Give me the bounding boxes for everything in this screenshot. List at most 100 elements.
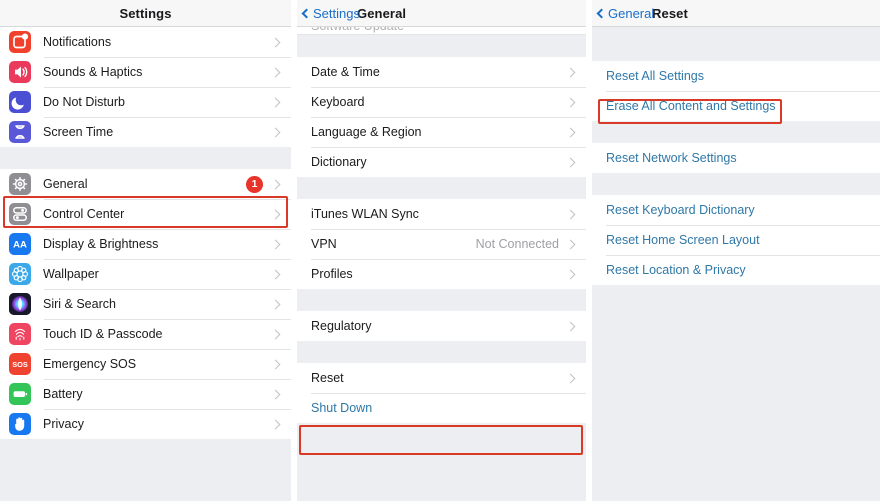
general-list: Software Update Date & Time Keyboard Lan… [297,27,586,437]
sidebar-item-siri-search[interactable]: Siri & Search [0,289,291,319]
chevron-right-icon [270,179,281,189]
reset-group-1: Reset All Settings Erase All Content and… [592,61,880,121]
general-item-regulatory[interactable]: Regulatory [297,311,586,341]
chevron-right-icon [270,359,281,369]
sidebar-item-control-center[interactable]: Control Center [0,199,291,229]
reset-item-reset-network-settings[interactable]: Reset Network Settings [592,143,880,173]
chevron-right-icon [565,127,576,137]
row-label: Touch ID & Passcode [43,327,163,341]
chevron-left-icon [301,8,312,18]
battery-icon [9,383,31,405]
back-button-general[interactable]: General [592,6,654,21]
sidebar-item-touch-id-passcode[interactable]: Touch ID & Passcode [0,319,291,349]
general-panel: Settings General Software Update Date & … [297,0,586,501]
chevron-right-icon [565,97,576,107]
wallpaper-icon [9,263,31,285]
general-item-keyboard[interactable]: Keyboard [297,87,586,117]
settings-group-1: Notifications Sounds & Haptics Do Not Di… [0,27,291,147]
general-gear-icon [9,173,31,195]
chevron-left-icon [596,8,607,18]
row-label: Dictionary [311,155,367,169]
row-label: Display & Brightness [43,237,159,251]
settings-group-spacer [0,147,291,169]
chevron-right-icon [565,157,576,167]
general-item-vpn[interactable]: VPN Not Connected [297,229,586,259]
general-group-4: Reset Shut Down [297,363,586,423]
row-label: Do Not Disturb [43,95,125,109]
general-item-shut-down[interactable]: Shut Down [297,393,586,423]
row-label: Language & Region [311,125,422,139]
privacy-icon [9,413,31,435]
reset-item-reset-all-settings[interactable]: Reset All Settings [592,61,880,91]
general-group-3: Regulatory [297,311,586,341]
row-label: Date & Time [311,65,380,79]
reset-group-spacer-0 [592,27,880,61]
sidebar-item-do-not-disturb[interactable]: Do Not Disturb [0,87,291,117]
chevron-right-icon [270,37,281,47]
general-item-date-time[interactable]: Date & Time [297,57,586,87]
chevron-right-icon [270,389,281,399]
sidebar-item-notifications[interactable]: Notifications [0,27,291,57]
row-label: Emergency SOS [43,357,137,371]
control-center-icon [9,203,31,225]
sidebar-item-display-brightness[interactable]: AA Display & Brightness [0,229,291,259]
sidebar-item-privacy[interactable]: Privacy [0,409,291,439]
sidebar-item-battery[interactable]: Battery [0,379,291,409]
page-title-general: General [357,5,407,21]
reset-item-reset-home-screen-layout[interactable]: Reset Home Screen Layout [592,225,880,255]
reset-item-reset-keyboard-dictionary[interactable]: Reset Keyboard Dictionary [592,195,880,225]
three-panel-ios-settings-screenshot: Settings Notifications Sounds & Haptics … [0,0,880,501]
general-item-reset[interactable]: Reset [297,363,586,393]
general-item-itunes-wlan-sync[interactable]: iTunes WLAN Sync [297,199,586,229]
sidebar-item-emergency-sos[interactable]: SOS Emergency SOS [0,349,291,379]
settings-group-2: General 1 Control Center AA Display & Br… [0,169,291,439]
general-item-profiles[interactable]: Profiles [297,259,586,289]
page-title-reset: Reset [652,5,688,21]
partially-visible-row[interactable]: Software Update [297,27,586,35]
row-label: Reset Home Screen Layout [606,233,760,247]
row-label: Reset All Settings [606,69,704,83]
general-item-dictionary[interactable]: Dictionary [297,147,586,177]
display-icon: AA [9,233,31,255]
general-navbar: Settings General [297,0,586,27]
back-button-label: General [608,5,655,21]
reset-group-spacer-1 [592,121,880,143]
svg-text:SOS: SOS [12,360,28,369]
reset-item-reset-location-privacy[interactable]: Reset Location & Privacy [592,255,880,285]
status-badge: 1 [246,175,263,193]
row-label: Erase All Content and Settings [606,99,776,113]
reset-item-erase-all-content-and-settings[interactable]: Erase All Content and Settings [592,91,880,121]
notifications-icon [9,31,31,53]
row-label: Sounds & Haptics [43,65,143,79]
svg-text:AA: AA [13,240,27,251]
row-label: Privacy [43,417,84,431]
chevron-right-icon [270,127,281,137]
chevron-right-icon [270,419,281,429]
siri-icon [9,293,31,315]
general-group-spacer-4 [297,423,586,437]
row-label: Software Update [311,27,404,33]
row-label: Screen Time [43,125,114,139]
reset-navbar: General Reset [592,0,880,27]
general-item-language-region[interactable]: Language & Region [297,117,586,147]
emergency-sos-icon: SOS [9,353,31,375]
row-label: VPN [311,237,337,251]
general-group-1: Date & Time Keyboard Language & Region D… [297,57,586,177]
reset-list: Reset All Settings Erase All Content and… [592,27,880,285]
row-label: Wallpaper [43,267,99,281]
chevron-right-icon [270,269,281,279]
sidebar-item-general[interactable]: General 1 [0,169,291,199]
sidebar-item-screen-time[interactable]: Screen Time [0,117,291,147]
row-label: Regulatory [311,319,372,333]
row-label: Reset [311,371,344,385]
reset-group-spacer-2 [592,173,880,195]
do-not-disturb-icon [9,91,31,113]
back-button-settings[interactable]: Settings [297,6,360,21]
sidebar-item-sounds-haptics[interactable]: Sounds & Haptics [0,57,291,87]
chevron-right-icon [270,97,281,107]
page-title-settings: Settings [119,5,172,21]
sidebar-item-wallpaper[interactable]: Wallpaper [0,259,291,289]
row-label: Notifications [43,35,112,49]
chevron-right-icon [270,239,281,249]
chevron-right-icon [270,209,281,219]
